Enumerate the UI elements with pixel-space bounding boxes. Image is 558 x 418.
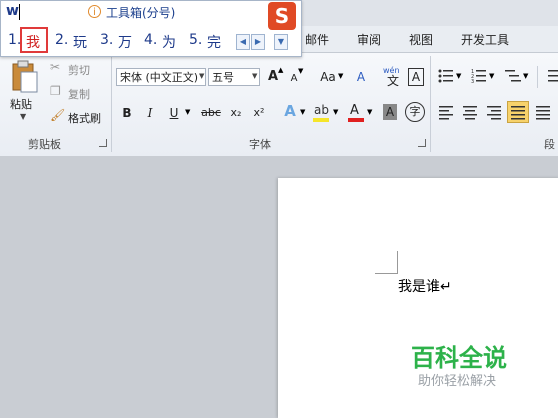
font-launcher-icon[interactable] (418, 139, 426, 147)
clipboard-group-label: 剪贴板 (28, 138, 61, 151)
font-name-value: 宋体 (中文正文) (120, 71, 199, 84)
font-color-letter: A (350, 103, 359, 118)
italic-button[interactable]: I (143, 104, 157, 122)
candidate-index: 3. (100, 32, 114, 48)
grow-arrow-icon: ▲ (278, 66, 284, 74)
watermark-title: 百科全说 (411, 344, 507, 372)
candidate-2[interactable]: 玩 (73, 32, 87, 52)
font-group-label: 字体 (249, 138, 271, 151)
subscript-button[interactable]: x₂ (227, 104, 245, 122)
enclose-characters-button[interactable]: 字 (405, 102, 425, 122)
copy-icon: ❐ (50, 84, 61, 98)
tab-view[interactable]: 视图 (409, 31, 433, 48)
watermark-subtitle: 助你轻松解决 (418, 374, 497, 389)
paragraph-group-label: 段 (544, 138, 555, 151)
align-center-icon[interactable] (462, 104, 478, 120)
candidate-5[interactable]: 完 (207, 32, 221, 52)
cut-icon: ✂ (50, 60, 61, 74)
font-color-swatch (348, 118, 364, 122)
expand-candidates-icon[interactable]: ▼ (274, 34, 288, 50)
multilevel-list-icon[interactable] (505, 68, 521, 84)
shrink-arrow-icon: ▼ (298, 67, 304, 75)
highlight-color-swatch (313, 118, 329, 122)
tab-mailings[interactable]: 邮件 (305, 31, 329, 48)
strikethrough-button[interactable]: abc (200, 104, 222, 122)
candidate-index: 1. (8, 32, 22, 48)
chevron-down-icon[interactable]: ▼ (489, 72, 494, 80)
justify-button[interactable] (507, 101, 529, 123)
divider (537, 66, 538, 88)
decrease-indent-icon[interactable] (545, 68, 558, 84)
font-name-select[interactable]: 宋体 (中文正文) (116, 68, 206, 86)
underline-button[interactable]: U (167, 104, 181, 122)
chevron-down-icon[interactable]: ▼ (300, 108, 305, 116)
clear-format-button[interactable]: A (354, 68, 368, 86)
info-icon: i (88, 5, 101, 18)
paste-dropdown-icon[interactable]: ▼ (20, 112, 26, 121)
next-page-icon[interactable]: ▶ (251, 34, 265, 50)
candidate-index: 2. (55, 32, 69, 48)
paste-icon (12, 60, 38, 93)
text-effect-button[interactable]: A (282, 102, 298, 120)
margin-corner-mark (375, 251, 398, 274)
prev-page-icon[interactable]: ◀ (236, 34, 250, 50)
ime-composition-text: w (6, 3, 19, 19)
chevron-down-icon[interactable]: ▼ (333, 108, 338, 116)
chevron-down-icon[interactable]: ▼ (456, 72, 461, 80)
tab-review[interactable]: 审阅 (357, 31, 381, 48)
chevron-down-icon[interactable]: ▼ (338, 72, 343, 80)
candidate-1[interactable]: 我 (26, 32, 40, 52)
svg-text:3: 3 (471, 79, 474, 84)
chevron-down-icon[interactable]: ▼ (185, 108, 190, 116)
copy-button[interactable]: 复制 (68, 86, 90, 102)
candidate-index: 4. (144, 32, 158, 48)
document-text[interactable]: 我是谁↵ (398, 276, 452, 296)
format-painter-icon: 🖌 (50, 108, 66, 122)
format-painter-button[interactable]: 格式刷 (68, 110, 101, 126)
phonetic-guide-button[interactable]: 文 (386, 72, 400, 90)
chevron-down-icon[interactable]: ▼ (252, 72, 257, 80)
change-case-button[interactable]: Aa (318, 68, 338, 86)
distributed-align-icon[interactable] (535, 104, 551, 120)
sogou-logo-icon[interactable]: S (268, 2, 296, 30)
group-divider (430, 56, 431, 152)
chevron-down-icon[interactable]: ▼ (523, 72, 528, 80)
candidate-4[interactable]: 为 (162, 32, 176, 52)
character-border-button[interactable]: A (408, 68, 424, 86)
character-shading-button[interactable]: A (383, 104, 397, 120)
candidate-3[interactable]: 万 (118, 32, 132, 52)
font-size-value: 五号 (212, 71, 234, 84)
chevron-down-icon[interactable]: ▼ (199, 72, 204, 80)
bold-button[interactable]: B (120, 104, 134, 122)
align-left-icon[interactable] (438, 104, 454, 120)
clipboard-launcher-icon[interactable] (99, 139, 107, 147)
cut-button[interactable]: 剪切 (68, 62, 90, 78)
group-divider (111, 56, 112, 152)
tab-developer[interactable]: 开发工具 (461, 31, 509, 48)
highlight-button[interactable]: ab (311, 103, 331, 122)
chevron-down-icon[interactable]: ▼ (367, 108, 372, 116)
paste-label[interactable]: 粘贴 (10, 96, 32, 112)
paste-button[interactable] (10, 60, 40, 94)
numbering-icon[interactable]: 123 (471, 68, 487, 85)
candidate-index: 5. (189, 32, 203, 48)
justify-icon (511, 106, 525, 120)
bullets-icon[interactable] (438, 68, 454, 84)
highlighter-icon: ab (314, 103, 329, 117)
align-right-icon[interactable] (486, 104, 502, 120)
font-color-button[interactable]: A (347, 103, 365, 122)
superscript-button[interactable]: x² (250, 104, 268, 122)
ime-caret (19, 4, 20, 20)
ime-toolbox-hint[interactable]: 工具箱(分号) (106, 4, 175, 21)
